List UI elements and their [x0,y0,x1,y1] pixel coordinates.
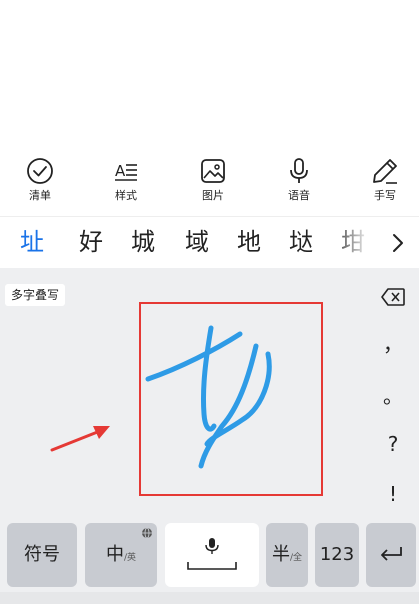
symbols-key-label: 符号 [24,544,60,565]
editor-toolbar: 清单 A 样式 图片 语音 手写 [0,150,419,214]
checklist-icon [27,158,53,184]
half-label: 半 [271,544,290,565]
space-key[interactable] [165,523,259,587]
numbers-key[interactable]: 123 [315,523,359,587]
full-sublabel: /全 [289,553,303,563]
handwriting-label: 手写 [374,189,396,202]
handwriting-panel[interactable]: 多字叠写 ， 。 ? ! [0,268,419,518]
chevron-right-icon[interactable] [387,230,409,256]
svg-text:A: A [115,162,126,180]
checklist-button[interactable]: 清单 [10,156,70,210]
candidate-fade [330,217,370,269]
candidate-item[interactable]: 址 [20,226,44,258]
checklist-label: 清单 [29,189,51,202]
chinese-label: 中 [105,544,124,565]
globe-icon [142,527,152,539]
candidate-item[interactable]: 好 [79,226,103,258]
question-key[interactable]: ? [378,432,408,456]
english-sublabel: /英 [123,553,137,563]
candidate-item[interactable]: 城 [131,226,155,258]
annotation-arrow-shaft [50,429,102,452]
navigation-strip [0,592,419,604]
candidate-item[interactable]: 地 [237,226,261,258]
voice-label: 语音 [288,189,310,202]
image-label: 图片 [202,189,224,202]
chinese-english-key-label: 中/英 [85,543,157,570]
image-icon [201,159,225,183]
symbols-key[interactable]: 符号 [7,523,77,587]
voice-button[interactable]: 语音 [269,156,329,210]
writing-area-highlight [139,302,323,496]
enter-key[interactable] [366,523,416,587]
pen-icon [373,159,397,184]
chinese-english-key[interactable]: 中/英 [85,523,157,587]
backspace-icon[interactable] [381,288,405,306]
candidate-item[interactable]: 垯 [289,226,313,258]
handwriting-button[interactable]: 手写 [355,156,415,210]
candidate-bar: 址 好 城 域 地 垯 坩 [0,216,419,269]
text-style-label: 样式 [115,189,137,202]
half-full-width-key[interactable]: 半/全 [266,523,308,587]
note-content-area[interactable] [0,0,419,150]
period-key[interactable]: 。 [378,380,408,409]
text-style-icon: A [115,162,137,181]
half-full-width-key-label: 半/全 [266,543,308,570]
text-style-button[interactable]: A 样式 [96,156,156,210]
comma-key[interactable]: ， [378,328,408,357]
image-button[interactable]: 图片 [183,156,243,210]
candidate-item[interactable]: 域 [185,226,209,258]
space-bar-icon [187,562,237,570]
microphone-icon [205,538,219,554]
microphone-icon [290,158,308,183]
exclamation-key[interactable]: ! [378,482,408,506]
numbers-key-label: 123 [319,544,355,565]
enter-icon [381,547,402,561]
